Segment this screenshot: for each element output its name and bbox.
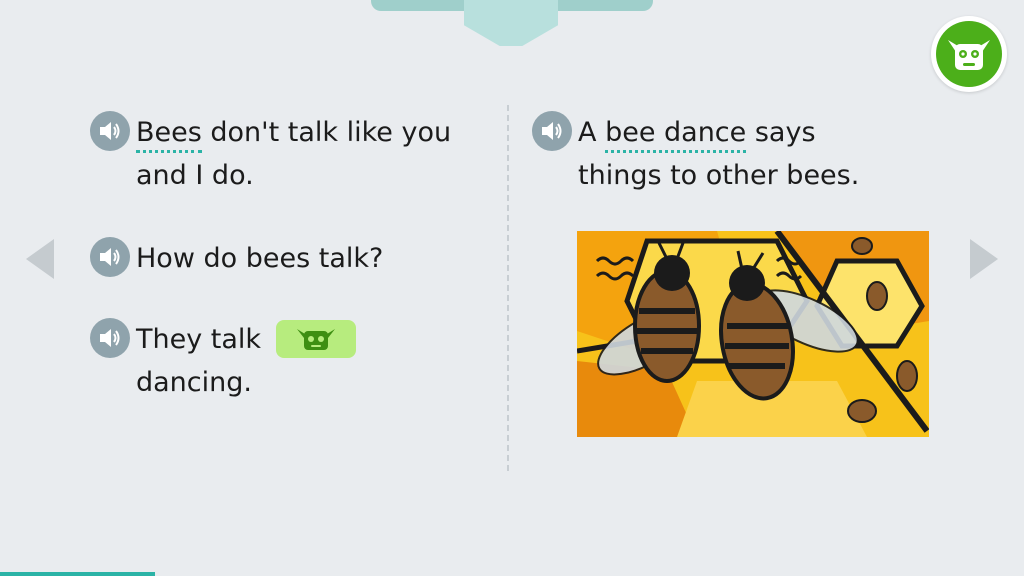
sentence-text: Bees don't talk like you and I do. bbox=[136, 117, 452, 191]
sentence-text: How do bees talk? bbox=[136, 243, 384, 274]
vocab-word[interactable]: bee dance bbox=[605, 117, 747, 153]
column-divider bbox=[507, 105, 509, 471]
speaker-button[interactable] bbox=[90, 237, 130, 277]
sentence-text: They talk dancing. bbox=[136, 318, 356, 404]
vocab-word[interactable]: Bees bbox=[136, 117, 202, 153]
goblin-mascot-icon bbox=[936, 21, 1002, 87]
chevron-left-icon bbox=[26, 239, 54, 279]
top-tab-toggle[interactable] bbox=[464, 0, 558, 46]
sentence-2: How do bees talk? bbox=[90, 237, 383, 280]
next-page-button[interactable] bbox=[968, 237, 1000, 281]
mascot-button[interactable] bbox=[931, 16, 1007, 92]
bee-dance-illustration bbox=[577, 231, 929, 437]
prev-page-button[interactable] bbox=[24, 237, 56, 281]
sentence-1: Bees don't talk like you and I do. bbox=[90, 111, 451, 197]
hint-chip[interactable] bbox=[275, 319, 356, 358]
sentence-3: They talk dancing. bbox=[90, 318, 356, 404]
speaker-icon bbox=[542, 122, 562, 140]
progress-bar bbox=[0, 572, 155, 576]
sentence-4: A bee dance says things to other bees. bbox=[532, 111, 859, 197]
goblin-icon bbox=[296, 328, 335, 350]
speaker-button[interactable] bbox=[532, 111, 572, 151]
chevron-right-icon bbox=[970, 239, 998, 279]
speaker-button[interactable] bbox=[90, 111, 130, 151]
speaker-icon bbox=[100, 122, 120, 140]
speaker-icon bbox=[100, 329, 120, 347]
speaker-icon bbox=[100, 248, 120, 266]
sentence-text: A bee dance says things to other bees. bbox=[578, 117, 860, 191]
speaker-button[interactable] bbox=[90, 318, 130, 358]
